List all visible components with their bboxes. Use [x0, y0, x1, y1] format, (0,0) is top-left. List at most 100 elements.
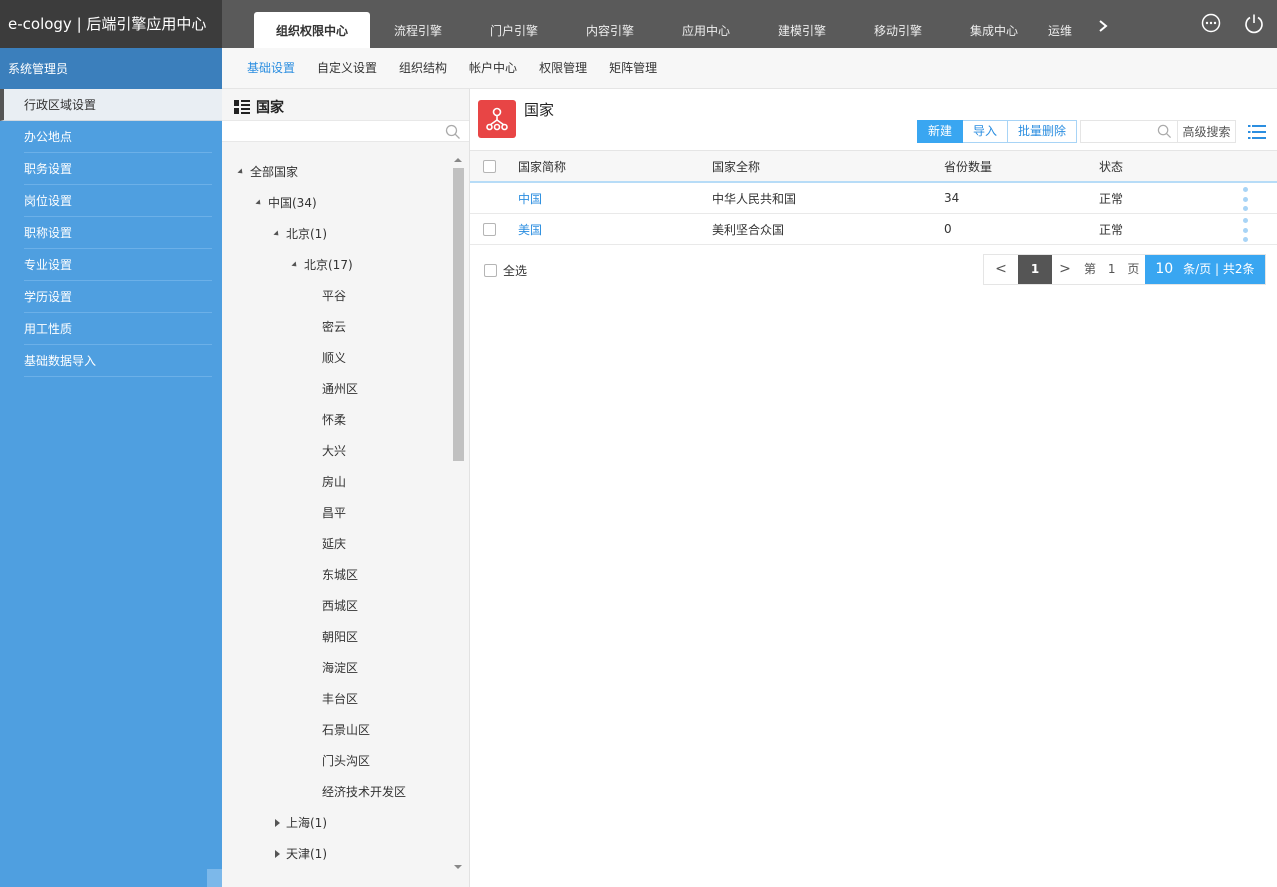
page-size-label: 条/页 | 共2条: [1183, 262, 1255, 276]
tree-node[interactable]: 北京(1): [273, 224, 327, 244]
select-all[interactable]: 全选: [484, 262, 527, 279]
sidebar-item-education[interactable]: 学历设置: [24, 281, 212, 313]
tab-integration[interactable]: 集成中心: [946, 12, 1042, 48]
expand-arrow-icon[interactable]: [273, 230, 281, 238]
tab-modeling[interactable]: 建模引擎: [754, 12, 850, 48]
tree-node[interactable]: 顺义: [322, 348, 346, 368]
tree-node[interactable]: 平谷: [322, 286, 346, 306]
tab-content[interactable]: 内容引擎: [562, 12, 658, 48]
sidebar-item-employment-type[interactable]: 用工性质: [24, 313, 212, 345]
column-header[interactable]: 国家简称: [518, 151, 566, 181]
sidebar-item-region[interactable]: 行政区域设置: [0, 89, 222, 121]
row-checkbox[interactable]: [483, 222, 496, 236]
tree-node[interactable]: 通州区: [322, 379, 358, 399]
more-options-icon[interactable]: [1200, 12, 1222, 34]
import-button[interactable]: 导入: [963, 120, 1009, 143]
tree-node-label: 北京(1): [286, 227, 327, 241]
list-view-icon[interactable]: [1248, 124, 1266, 140]
search-icon[interactable]: [1157, 124, 1172, 139]
tree-node[interactable]: 昌平: [322, 503, 346, 523]
subnav-permission[interactable]: 权限管理: [528, 48, 598, 88]
new-button[interactable]: 新建: [917, 120, 964, 143]
tab-ops[interactable]: 运维: [1042, 12, 1078, 48]
sidebar-collapse-handle[interactable]: [207, 869, 222, 887]
subnav-custom-settings[interactable]: 自定义设置: [306, 48, 388, 88]
tab-portal[interactable]: 门户引擎: [466, 12, 562, 48]
tree-node[interactable]: 上海(1): [275, 813, 327, 833]
sidebar-item-office-location[interactable]: 办公地点: [24, 121, 212, 153]
subnav-matrix[interactable]: 矩阵管理: [598, 48, 668, 88]
tree-node[interactable]: 西城区: [322, 596, 358, 616]
table-header: 国家简称 国家全称 省份数量 状态: [470, 150, 1277, 183]
sidebar-item-specialty[interactable]: 专业设置: [24, 249, 212, 281]
tree-node[interactable]: 房山: [322, 472, 346, 492]
search-input[interactable]: [1081, 121, 1153, 142]
tree-search-input[interactable]: [222, 120, 469, 142]
sidebar-item-data-import[interactable]: 基础数据导入: [24, 345, 212, 377]
expand-arrow-icon[interactable]: [237, 168, 245, 176]
chevron-right-icon[interactable]: [1096, 16, 1110, 36]
select-all-header-checkbox[interactable]: [483, 159, 496, 173]
tree-node[interactable]: 朝阳区: [322, 627, 358, 647]
country-full-name: 中华人民共和国: [712, 191, 797, 206]
next-page-button[interactable]: >: [1052, 255, 1078, 284]
tree-node[interactable]: 大兴: [322, 441, 346, 461]
subnav-org-structure[interactable]: 组织结构: [388, 48, 458, 88]
subnav-basic-settings[interactable]: 基础设置: [236, 48, 306, 88]
advanced-search-button[interactable]: 高级搜索: [1178, 120, 1236, 143]
subnav-account-center[interactable]: 帐户中心: [458, 48, 528, 88]
row-more-icon[interactable]: [1243, 187, 1249, 211]
tree-node[interactable]: 怀柔: [322, 410, 346, 430]
tree-node[interactable]: 延庆: [322, 534, 346, 554]
tree-node[interactable]: 北京(17): [291, 255, 353, 275]
tree-node[interactable]: 石景山区: [322, 720, 370, 740]
batch-delete-button[interactable]: 批量删除: [1008, 120, 1078, 143]
scroll-up-icon[interactable]: [454, 158, 462, 162]
tree-node[interactable]: 全部国家: [237, 162, 298, 182]
search-icon[interactable]: [445, 124, 461, 140]
column-header[interactable]: 国家全称: [712, 151, 760, 181]
tree-title: 国家: [234, 97, 284, 117]
tab-workflow[interactable]: 流程引擎: [370, 12, 466, 48]
sidebar-item-duty[interactable]: 职务设置: [24, 153, 212, 185]
tab-mobile[interactable]: 移动引擎: [850, 12, 946, 48]
expand-arrow-icon[interactable]: [291, 261, 299, 269]
tree-node[interactable]: 东城区: [322, 565, 358, 585]
brand-title: e-cology | 后端引擎应用中心: [0, 0, 222, 48]
tree-node-label: 上海(1): [286, 816, 327, 830]
page-number-input[interactable]: 1: [1108, 262, 1116, 276]
power-icon[interactable]: [1243, 12, 1265, 34]
tree-node[interactable]: 海淀区: [322, 658, 358, 678]
sidebar-item-position[interactable]: 岗位设置: [24, 185, 212, 217]
sidebar-item-title[interactable]: 职称设置: [24, 217, 212, 249]
country-short-link[interactable]: 中国: [518, 183, 542, 213]
country-table: 国家简称 国家全称 省份数量 状态 中国 中华人民共和国 34 正常 美国 美利…: [470, 150, 1277, 245]
row-more-icon[interactable]: [1243, 218, 1249, 242]
top-tabs: 组织权限中心 流程引擎 门户引擎 内容引擎 应用中心 建模引擎 移动引擎 集成中…: [254, 0, 1078, 48]
prev-page-button[interactable]: <: [984, 255, 1018, 284]
tree-node[interactable]: 天津(1): [275, 844, 327, 864]
tab-org-permission[interactable]: 组织权限中心: [254, 12, 370, 48]
expand-arrow-icon[interactable]: [255, 199, 263, 207]
tree-node[interactable]: 中国(34): [255, 193, 317, 213]
tree-list-icon: [234, 100, 250, 114]
select-all-checkbox[interactable]: [484, 264, 497, 277]
select-all-label: 全选: [503, 264, 528, 278]
column-header[interactable]: 省份数量: [944, 151, 992, 181]
country-short-link[interactable]: 美国: [518, 214, 542, 244]
page-size-select[interactable]: 10 条/页 | 共2条: [1145, 255, 1265, 284]
table-row[interactable]: 美国 美利坚合众国 0 正常: [470, 214, 1277, 245]
org-structure-icon: [478, 100, 516, 138]
table-row[interactable]: 中国 中华人民共和国 34 正常: [470, 183, 1277, 214]
current-page-button[interactable]: 1: [1018, 255, 1052, 284]
scroll-down-icon[interactable]: [454, 865, 462, 869]
tab-app-center[interactable]: 应用中心: [658, 12, 754, 48]
column-header[interactable]: 状态: [1099, 151, 1123, 181]
tree-node[interactable]: 门头沟区: [322, 751, 370, 771]
collapse-arrow-icon[interactable]: [275, 850, 280, 858]
tree-node[interactable]: 丰台区: [322, 689, 358, 709]
collapse-arrow-icon[interactable]: [275, 819, 280, 827]
tree-node[interactable]: 密云: [322, 317, 346, 337]
tree-scrollbar-thumb[interactable]: [453, 168, 464, 461]
tree-node[interactable]: 经济技术开发区: [322, 782, 406, 802]
